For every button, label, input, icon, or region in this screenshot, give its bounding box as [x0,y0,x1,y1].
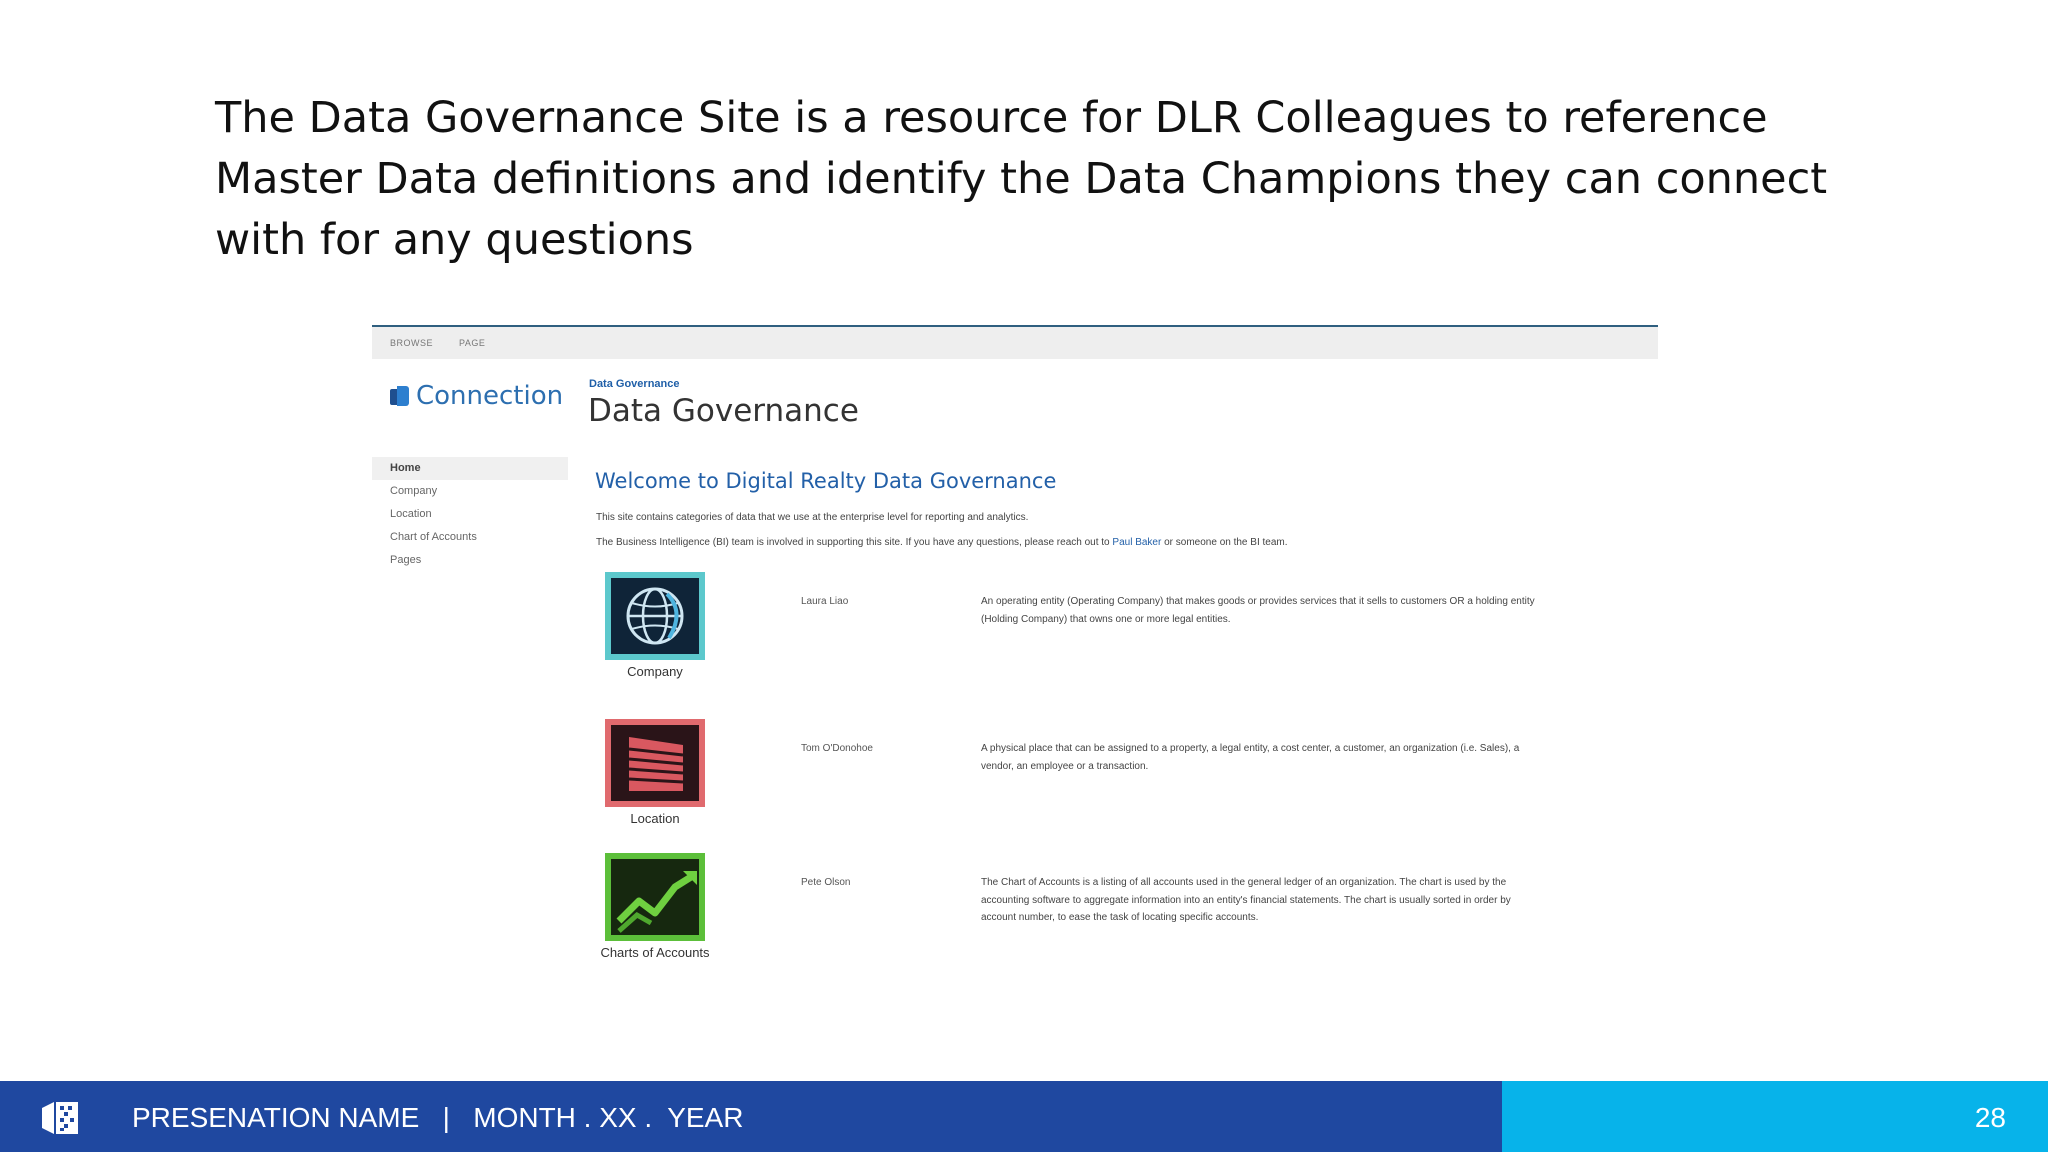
company-caption[interactable]: Company [595,665,715,679]
site-logo[interactable]: Connection [390,381,563,411]
brand-name: Connection [416,381,564,411]
nav-item-company[interactable]: Company [372,480,568,503]
company-tile[interactable] [605,572,705,660]
left-navigation: Home Company Location Chart of Accounts … [372,457,568,572]
chart-of-accounts-tile[interactable] [605,853,705,941]
description-company: An operating entity (Operating Company) … [981,596,1535,625]
champion-chart-of-accounts: Pete Olson [801,877,851,888]
champion-location: Tom O'Donohoe [801,743,873,754]
nav-item-pages[interactable]: Pages [372,549,568,572]
contact-link[interactable]: Paul Baker [1112,537,1161,548]
embedded-screenshot: BROWSE PAGE Connection Data Governance D… [372,325,1658,1075]
slide-heading: The Data Governance Site is a resource f… [215,93,1828,265]
footer-accent [1502,1081,2048,1152]
location-caption[interactable]: Location [595,812,715,826]
location-tile[interactable] [605,719,705,807]
description-location: A physical place that can be assigned to… [981,743,1520,772]
globe-icon [611,578,699,654]
nav-item-home[interactable]: Home [372,457,568,480]
page-number: 28 [1974,1102,2006,1133]
breadcrumb[interactable]: Data Governance [589,378,679,390]
chart-of-accounts-caption[interactable]: Charts of Accounts [595,946,715,960]
connection-logo-icon [390,386,410,406]
nav-item-location[interactable]: Location [372,503,568,526]
intro-text: This site contains categories of data th… [596,512,1029,523]
nav-item-chart-of-accounts[interactable]: Chart of Accounts [372,526,568,549]
trend-chart-icon [611,859,699,935]
ribbon-bar: BROWSE PAGE [372,325,1658,359]
digital-realty-logo-icon [42,1102,78,1134]
description-chart-of-accounts: The Chart of Accounts is a listing of al… [981,877,1511,923]
ribbon-tab-browse[interactable]: BROWSE [390,338,433,348]
footer-presentation-info: PRESENATION NAME | MONTH . XX . YEAR [132,1102,744,1133]
ribbon-tab-page[interactable]: PAGE [459,338,485,348]
welcome-heading: Welcome to Digital Realty Data Governanc… [595,469,1057,493]
building-icon [611,725,699,801]
site-title: Data Governance [588,393,859,429]
intro-contact-pre: The Business Intelligence (BI) team is i… [596,537,1113,548]
intro-contact-text: The Business Intelligence (BI) team is i… [596,537,1288,548]
champion-company: Laura Liao [801,596,849,607]
intro-contact-post: or someone on the BI team. [1161,537,1288,548]
